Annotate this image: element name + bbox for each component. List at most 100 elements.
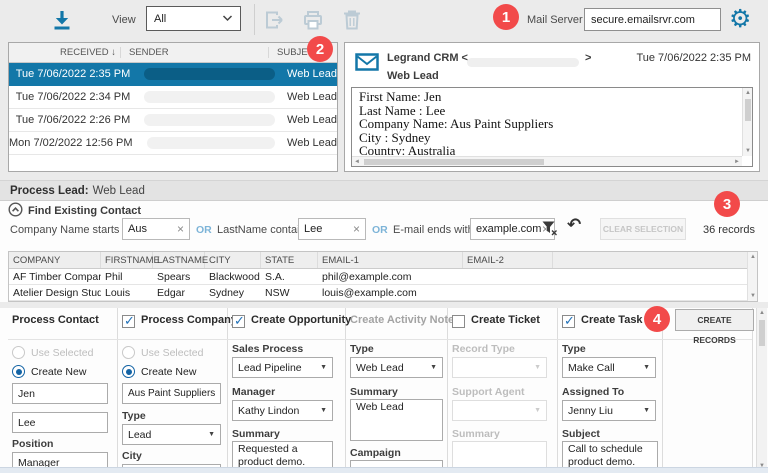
panel-title-process-contact: Process Contact (12, 314, 99, 326)
clear-filter-icon[interactable]: × (177, 222, 184, 236)
delete-icon[interactable] (342, 9, 362, 34)
process-company-checkbox[interactable] (122, 313, 135, 329)
scroll-down-icon[interactable]: ▼ (743, 146, 752, 156)
email-sender-redacted (144, 68, 276, 80)
support-agent-dropdown[interactable]: ▼ (452, 400, 547, 421)
column-header-lastname[interactable]: LASTNAME (153, 252, 208, 268)
radio-icon (12, 346, 25, 359)
create-records-button[interactable]: CREATE RECORDS (675, 309, 754, 345)
envelope-icon (355, 53, 379, 74)
find-existing-contact-toggle[interactable]: Find Existing Contact (8, 201, 141, 219)
email-subject: Web Lead (287, 91, 337, 103)
use-selected-contact-radio[interactable]: Use Selected (12, 346, 93, 359)
create-opportunity-checkbox[interactable] (232, 313, 245, 329)
email-subject: Web Lead (287, 137, 337, 149)
column-header-sender[interactable]: SENDER (121, 47, 269, 58)
contact-state: S.A. (265, 270, 285, 283)
task-subject-label: Subject (562, 428, 600, 440)
sales-process-dropdown[interactable]: Lead Pipeline ▼ (232, 357, 333, 378)
record-type-dropdown[interactable]: ▼ (452, 357, 547, 378)
download-email-icon[interactable] (50, 8, 74, 35)
scroll-up-icon[interactable]: ▲ (743, 88, 752, 98)
scroll-up-icon[interactable]: ▲ (757, 308, 767, 318)
task-type-dropdown[interactable]: Make Call ▼ (562, 357, 656, 378)
panel-title-create-opportunity: Create Opportunity (251, 314, 352, 326)
dropdown-arrow-icon: ▼ (534, 364, 541, 371)
contact-company: Atelier Design Studio (13, 286, 101, 299)
process-lead-bar: Process Lead: Web Lead (0, 180, 768, 201)
email-sender-redacted (146, 137, 276, 149)
email-body-line: First Name: Jen (359, 90, 442, 104)
filter-email-value: example.com (476, 223, 542, 235)
or-label: OR (196, 224, 212, 236)
clear-selection-button[interactable]: CLEAR SELECTION (600, 218, 686, 240)
undo-icon[interactable]: ↶ (567, 215, 581, 235)
create-new-company-radio[interactable]: Create New (122, 365, 196, 378)
toolbar: View All Mail Server ⚙ (0, 0, 768, 40)
export-icon[interactable] (263, 9, 287, 34)
contact-last-name-input[interactable] (12, 412, 108, 433)
email-list-panel: RECEIVED ↓ SENDER SUBJECT Tue 7/06/2022 … (8, 42, 338, 172)
filter-lastname-input[interactable]: Lee × (298, 218, 366, 240)
create-task-checkbox[interactable] (562, 313, 575, 329)
column-header-firstname[interactable]: FIRSTNAME (101, 252, 160, 268)
mail-server-input[interactable] (584, 8, 721, 31)
clear-filter-icon[interactable]: × (353, 222, 360, 236)
view-dropdown[interactable]: All (146, 6, 241, 31)
email-row[interactable]: Tue 7/06/2022 2:26 PM Web Lead (9, 109, 337, 132)
column-header-email2[interactable]: EMAIL-2 (463, 252, 553, 268)
column-header-received[interactable]: RECEIVED ↓ (9, 47, 121, 58)
filter-company-input[interactable]: Aus × (122, 218, 190, 240)
column-header-company[interactable]: COMPANY (9, 252, 101, 268)
email-list-header: RECEIVED ↓ SENDER SUBJECT (9, 43, 337, 63)
contact-row[interactable]: AF Timber Company Phil Spears Blackwood … (9, 269, 757, 285)
email-from-name: Legrand CRM < (387, 52, 468, 64)
create-ticket-checkbox[interactable] (452, 315, 465, 328)
assigned-to-label: Assigned To (562, 386, 625, 398)
column-header-email1[interactable]: EMAIL-1 (318, 252, 463, 268)
activity-type-dropdown[interactable]: Web Lead ▼ (350, 357, 443, 378)
scroll-down-icon[interactable]: ▼ (748, 291, 758, 301)
settings-gear-icon[interactable]: ⚙ (729, 3, 751, 35)
scroll-right-icon[interactable]: ► (732, 157, 742, 166)
email-body-line: Last Name : Lee (359, 102, 446, 118)
records-count: 36 records (703, 224, 755, 236)
scroll-up-icon[interactable]: ▲ (748, 252, 758, 262)
panels-horizontal-scrollbar[interactable] (0, 467, 768, 473)
email-row[interactable]: Tue 7/06/2022 2:34 PM Web Lead (9, 86, 337, 109)
contact-first-name-input[interactable] (12, 383, 108, 404)
email-row[interactable]: Tue 7/06/2022 2:35 PM Web Lead (9, 63, 337, 86)
company-type-dropdown[interactable]: Lead ▼ (122, 424, 221, 445)
email-row[interactable]: Mon 7/02/2022 12:56 PM Web Lead (9, 132, 337, 155)
print-icon[interactable] (302, 9, 324, 34)
activity-summary-textarea[interactable]: Web Lead (350, 399, 443, 441)
email-list-body: Tue 7/06/2022 2:35 PM Web Lead Tue 7/06/… (9, 63, 337, 155)
contacts-table-body: AF Timber Company Phil Spears Blackwood … (9, 269, 757, 301)
opportunity-manager-dropdown[interactable]: Kathy Lindon ▼ (232, 400, 333, 421)
panels-vertical-scrollbar[interactable]: ▲ ▼ (756, 308, 767, 473)
company-type-label: Type (122, 410, 146, 422)
company-name-input[interactable] (122, 383, 221, 404)
column-header-city[interactable]: CITY (205, 252, 261, 268)
email-from-bracket: > (585, 52, 592, 64)
contact-city: Blackwood (209, 270, 260, 283)
filter-email-label: E-mail ends with (393, 224, 474, 236)
email-body-horizontal-scrollbar[interactable]: ◄ ► (352, 156, 742, 166)
use-selected-company-radio[interactable]: Use Selected (122, 346, 203, 359)
create-new-contact-radio[interactable]: Create New (12, 365, 86, 378)
campaign-label: Campaign (350, 447, 401, 459)
contact-lastname: Spears (157, 270, 191, 283)
contact-row[interactable]: Atelier Design Studio Louis Edgar Sydney… (9, 285, 757, 301)
scroll-left-icon[interactable]: ◄ (352, 157, 362, 166)
dropdown-arrow-icon: ▼ (643, 407, 650, 414)
email-body-vertical-scrollbar[interactable]: ▲ ▼ (742, 88, 752, 156)
remove-filter-icon[interactable] (541, 220, 558, 239)
contacts-table-scrollbar[interactable]: ▲ ▼ (747, 252, 757, 301)
chevron-down-icon (222, 13, 233, 25)
email-body-line: Country: Australia (359, 143, 456, 155)
sales-process-label: Sales Process (232, 343, 304, 355)
column-header-state[interactable]: STATE (261, 252, 318, 268)
or-label: OR (372, 224, 388, 236)
email-preview-subject: Web Lead (387, 70, 439, 82)
assigned-to-dropdown[interactable]: Jenny Liu ▼ (562, 400, 656, 421)
